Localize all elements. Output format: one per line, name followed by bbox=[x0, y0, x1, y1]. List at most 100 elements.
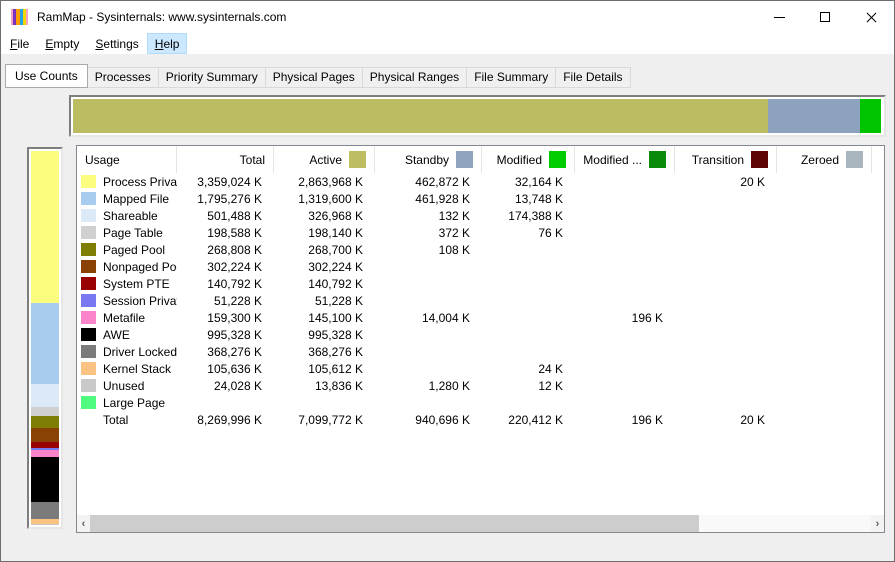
active-value: 140,792 K bbox=[274, 277, 375, 291]
table-row-mapped-file[interactable]: Mapped File1,795,276 K1,319,600 K461,928… bbox=[77, 190, 884, 207]
column-header-active[interactable]: Active bbox=[274, 146, 375, 173]
table-row-kernel-stack[interactable]: Kernel Stack105,636 K105,612 K24 K bbox=[77, 360, 884, 377]
column-segment-metafile bbox=[31, 450, 59, 457]
table-row-driver-locked[interactable]: Driver Locked368,276 K368,276 K bbox=[77, 343, 884, 360]
column-label-usage: Usage bbox=[85, 153, 120, 167]
usage-label: Metafile bbox=[103, 311, 145, 325]
scrollbar-track[interactable] bbox=[90, 515, 871, 532]
memory-usage-bar-frame bbox=[69, 95, 886, 137]
active-value: 302,224 K bbox=[274, 260, 375, 274]
table-row-process-private[interactable]: Process Private3,359,024 K2,863,968 K462… bbox=[77, 173, 884, 190]
usage-swatch bbox=[81, 379, 96, 392]
table-row-total[interactable]: Total8,269,996 K7,099,772 K940,696 K220,… bbox=[77, 411, 884, 428]
table-row-unused[interactable]: Unused24,028 K13,836 K1,280 K12 K bbox=[77, 377, 884, 394]
standby-value: 461,928 K bbox=[375, 192, 482, 206]
table-row-session-private[interactable]: Session Private51,228 K51,228 K bbox=[77, 292, 884, 309]
column-header-modified[interactable]: Modified bbox=[482, 146, 575, 173]
total-value: 995,328 K bbox=[177, 328, 274, 342]
column-label-modified: Modified bbox=[497, 153, 542, 167]
use-counts-panel: Usage Total Active Standby Modified Modified … bbox=[76, 145, 885, 533]
active-value: 13,836 K bbox=[274, 379, 375, 393]
table-row-system-pte[interactable]: System PTE140,792 K140,792 K bbox=[77, 275, 884, 292]
menu-item-empty[interactable]: Empty bbox=[37, 33, 87, 54]
usage-swatch bbox=[81, 294, 96, 307]
table-row-shareable[interactable]: Shareable501,488 K326,968 K132 K174,388 … bbox=[77, 207, 884, 224]
usage-cell: Shareable bbox=[77, 209, 177, 223]
modified-value: 174,388 K bbox=[482, 209, 575, 223]
maximize-button[interactable] bbox=[802, 1, 848, 33]
table-row-paged-pool[interactable]: Paged Pool268,808 K268,700 K108 K bbox=[77, 241, 884, 258]
scroll-right-icon[interactable]: › bbox=[871, 515, 884, 532]
usage-label: Mapped File bbox=[103, 192, 169, 206]
total-value: 159,300 K bbox=[177, 311, 274, 325]
window-title: RamMap - Sysinternals: www.sysinternals.… bbox=[37, 10, 286, 24]
menu-item-file[interactable]: File bbox=[2, 33, 37, 54]
column-segment-awe bbox=[31, 457, 59, 502]
column-segment-process-private bbox=[31, 151, 59, 303]
tab-physical-pages[interactable]: Physical Pages bbox=[265, 67, 363, 88]
column-header-total[interactable]: Total bbox=[177, 146, 274, 173]
column-label-standby: Standby bbox=[405, 153, 449, 167]
active-value: 326,968 K bbox=[274, 209, 375, 223]
usage-label: Session Private bbox=[103, 294, 177, 308]
table-row-large-page[interactable]: Large Page bbox=[77, 394, 884, 411]
usage-cell: Process Private bbox=[77, 175, 177, 189]
total-value: 501,488 K bbox=[177, 209, 274, 223]
tab-file-details[interactable]: File Details bbox=[555, 67, 630, 88]
column-segment-nonpaged-pool bbox=[31, 428, 59, 442]
minimize-button[interactable] bbox=[756, 1, 802, 33]
standby-value: 940,696 K bbox=[375, 413, 482, 427]
total-value: 1,795,276 K bbox=[177, 192, 274, 206]
column-segment-page-table bbox=[31, 407, 59, 416]
table-row-awe[interactable]: AWE995,328 K995,328 K bbox=[77, 326, 884, 343]
scroll-left-icon[interactable]: ‹ bbox=[77, 515, 90, 532]
column-label-zeroed: Zeroed bbox=[801, 153, 839, 167]
column-header-standby[interactable]: Standby bbox=[375, 146, 482, 173]
column-header-zeroed[interactable]: Zeroed bbox=[777, 146, 872, 173]
column-label-total: Total bbox=[240, 153, 265, 167]
scrollbar-thumb[interactable] bbox=[90, 515, 699, 532]
usage-swatch bbox=[81, 345, 96, 358]
tab-processes[interactable]: Processes bbox=[87, 67, 159, 88]
usage-cell: Driver Locked bbox=[77, 345, 177, 359]
usage-cell: Kernel Stack bbox=[77, 362, 177, 376]
modified-value: 32,164 K bbox=[482, 175, 575, 189]
memory-usage-bar bbox=[73, 99, 882, 133]
tab-use-counts[interactable]: Use Counts bbox=[5, 64, 88, 88]
legend-swatch-standby bbox=[456, 151, 473, 168]
memory-usage-column-frame bbox=[27, 147, 63, 529]
standby-value: 1,280 K bbox=[375, 379, 482, 393]
bar-segment-standby bbox=[768, 99, 860, 133]
usage-label: Driver Locked bbox=[103, 345, 177, 359]
column-header-transition[interactable]: Transition bbox=[675, 146, 777, 173]
menu-item-settings[interactable]: Settings bbox=[87, 33, 146, 54]
table-row-nonpaged-pool[interactable]: Nonpaged Pool302,224 K302,224 K bbox=[77, 258, 884, 275]
usage-cell: Paged Pool bbox=[77, 243, 177, 257]
legend-swatch-active bbox=[349, 151, 366, 168]
active-value: 2,863,968 K bbox=[274, 175, 375, 189]
usage-swatch bbox=[81, 192, 96, 205]
usage-label: Kernel Stack bbox=[103, 362, 171, 376]
column-segment-paged-pool bbox=[31, 416, 59, 428]
tab-file-summary[interactable]: File Summary bbox=[466, 67, 556, 88]
usage-label: Page Table bbox=[103, 226, 163, 240]
menu-item-help[interactable]: Help bbox=[147, 33, 188, 54]
modified_no_write-value: 196 K bbox=[575, 311, 675, 325]
table-header: Usage Total Active Standby Modified Modified … bbox=[77, 146, 884, 173]
table-row-metafile[interactable]: Metafile159,300 K145,100 K14,004 K196 K bbox=[77, 309, 884, 326]
legend-swatch-zeroed bbox=[846, 151, 863, 168]
usage-label: System PTE bbox=[103, 277, 170, 291]
horizontal-scrollbar[interactable]: ‹ › bbox=[77, 515, 884, 532]
tab-physical-ranges[interactable]: Physical Ranges bbox=[362, 67, 467, 88]
standby-value: 108 K bbox=[375, 243, 482, 257]
usage-label: Process Private bbox=[103, 175, 177, 189]
tab-priority-summary[interactable]: Priority Summary bbox=[158, 67, 266, 88]
usage-swatch bbox=[81, 328, 96, 341]
column-header-usage[interactable]: Usage bbox=[77, 146, 177, 173]
title-bar[interactable]: RamMap - Sysinternals: www.sysinternals.… bbox=[1, 1, 894, 33]
table-row-page-table[interactable]: Page Table198,588 K198,140 K372 K76 K bbox=[77, 224, 884, 241]
maximize-icon bbox=[820, 12, 830, 22]
modified-value: 220,412 K bbox=[482, 413, 575, 427]
close-button[interactable] bbox=[848, 1, 894, 33]
column-header-modified_no_write[interactable]: Modified ... bbox=[575, 146, 675, 173]
